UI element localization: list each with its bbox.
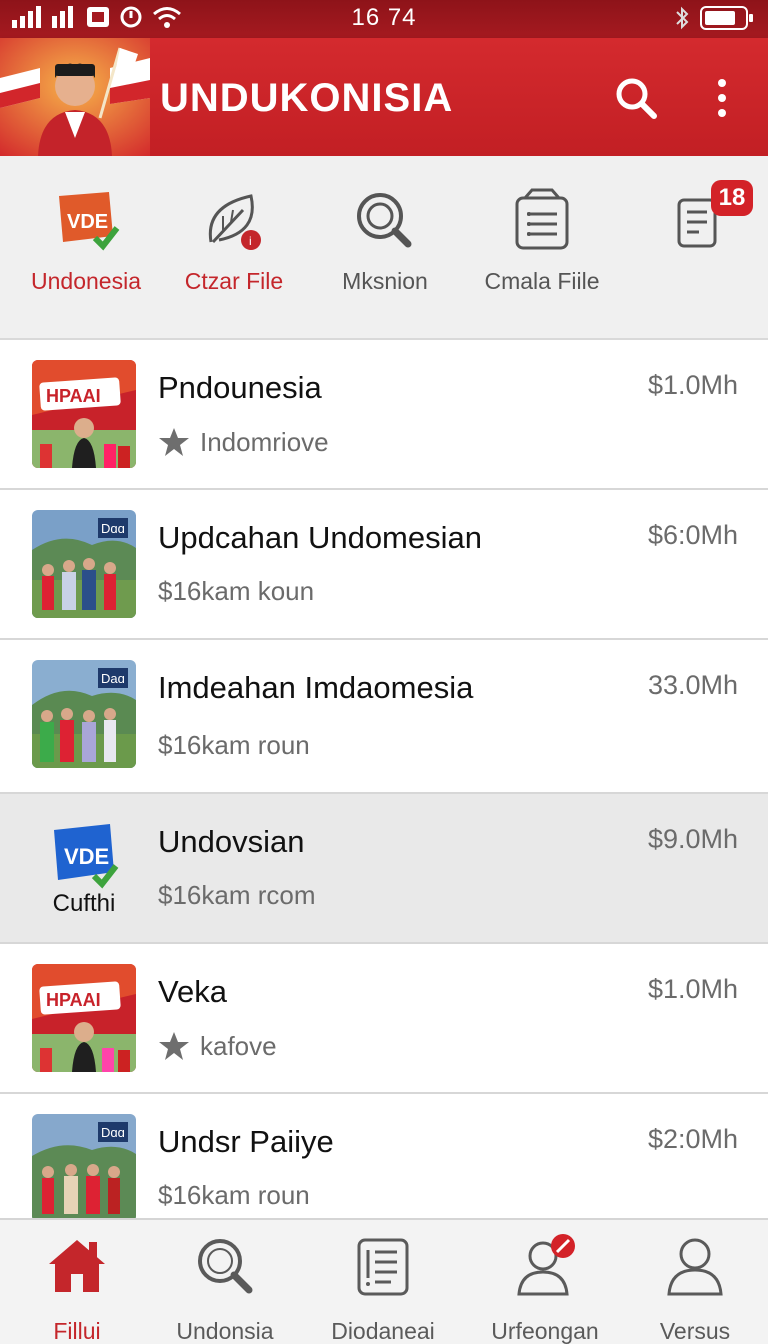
item-title: Undsr Paiiye: [158, 1124, 334, 1159]
item-thumbnail: VDE Cufthi: [32, 814, 136, 922]
quick-action-label: Mksnion: [342, 268, 428, 294]
quick-action-label: Undonesia: [31, 268, 141, 294]
list-item[interactable]: HPAAI Pndounesia Indomriove $1.0Mh: [0, 340, 768, 490]
svg-text:VDE: VDE: [64, 844, 109, 869]
item-price: $9.0Mh: [647, 824, 738, 854]
nav-item-versus[interactable]: Versus: [620, 1234, 768, 1344]
nav-item-diodaneai[interactable]: Diodaneai: [308, 1234, 458, 1344]
item-price: $2:0Mh: [647, 1124, 738, 1154]
list-item[interactable]: HPAAI Veka kafove $1.0Mh: [0, 944, 768, 1094]
clipboard-list-icon: [507, 186, 577, 256]
thumbnail-caption: Cufthi: [52, 890, 116, 917]
item-subtitle: $16kam roun: [158, 730, 310, 760]
quick-action-undonesia[interactable]: VDE Undonesia: [16, 186, 156, 306]
item-price: $1.0Mh: [647, 370, 738, 400]
nav-item-label: Fillui: [53, 1318, 101, 1344]
svg-text:HPAAI: HPAAI: [46, 990, 101, 1010]
svg-text:HPAAI: HPAAI: [46, 386, 101, 406]
app-bar: UNDUKONISIA: [0, 38, 768, 156]
item-thumbnail: Dɑɑ: [32, 510, 136, 618]
star-icon: [159, 428, 189, 456]
home-icon: [45, 1234, 109, 1298]
svg-text:Daɑ: Daɑ: [101, 671, 125, 686]
item-price: $1.0Mh: [647, 974, 738, 1004]
item-subtitle: $16kam roun: [158, 1180, 310, 1210]
star-icon: [159, 1032, 189, 1060]
item-thumbnail: HPAAI: [32, 360, 136, 468]
list-item[interactable]: Daɑ Imdeahan Imdaomesia $16kam roun 33.0…: [0, 640, 768, 794]
item-subtitle: $16kam koun: [158, 576, 315, 606]
nav-item-fillui[interactable]: Fillui: [2, 1234, 152, 1344]
status-bar: 16 74: [0, 0, 768, 38]
item-title: Imdeahan Imdaomesia: [158, 670, 474, 705]
search-icon: [193, 1234, 257, 1298]
item-subtitle: Indomriove: [200, 426, 329, 457]
app-title: UNDUKONISIA: [160, 76, 454, 120]
nav-item-label: Versus: [659, 1318, 731, 1344]
battery-icon: [700, 6, 753, 30]
item-subtitle: kafove: [200, 1030, 277, 1061]
app-logo-banner: [0, 38, 150, 156]
item-title: Veka: [158, 974, 227, 1009]
item-subtitle: $16kam rcom: [158, 880, 316, 910]
nav-item-undonsia[interactable]: Undonsia: [150, 1234, 300, 1344]
nav-item-label: Diodaneai: [331, 1318, 435, 1344]
listing-list: HPAAI Pndounesia Indomriove $1.0Mh Dɑɑ U…: [0, 340, 768, 1244]
item-title: Updcahan Undomesian: [158, 520, 482, 555]
leaf-icon: i: [199, 186, 269, 256]
item-price: $6:0Mh: [647, 520, 738, 550]
item-thumbnail: Daɑ: [32, 660, 136, 768]
search-button[interactable]: [612, 74, 660, 122]
quick-action-label: Ctzar File: [184, 268, 284, 294]
item-price: 33.0Mh: [647, 670, 738, 700]
nav-item-label: Urfeongan: [491, 1318, 599, 1344]
quick-action-cmala-fiile[interactable]: Cmala Fiile: [472, 186, 612, 306]
quick-action-documents[interactable]: 18: [650, 180, 753, 306]
svg-text:Dɑɑ: Dɑɑ: [101, 521, 125, 536]
notification-badge: 18: [711, 180, 753, 216]
bottom-navigation: Fillui Undonsia Diodaneai Urfeongan Vers…: [0, 1218, 768, 1344]
quick-action-mksnion[interactable]: Mksnion: [318, 186, 452, 306]
item-thumbnail: HPAAI: [32, 964, 136, 1072]
item-subtitle-group: kafove: [158, 1030, 277, 1062]
item-title: Pndounesia: [158, 370, 322, 405]
user-icon: [663, 1234, 727, 1298]
item-title: Undovsian: [158, 824, 305, 859]
list-item[interactable]: Dɑɑ Updcahan Undomesian $16kam koun $6:0…: [0, 490, 768, 640]
quick-action-label: Cmala Fiile: [484, 268, 600, 294]
vde-badge-icon: VDE: [51, 186, 121, 256]
list-item[interactable]: VDE Cufthi Undovsian $16kam rcom $9.0Mh: [0, 794, 768, 944]
svg-text:i: i: [249, 234, 252, 248]
nav-item-label: Undonsia: [176, 1318, 274, 1344]
user-alert-icon: [513, 1234, 577, 1298]
bluetooth-icon: [676, 6, 689, 30]
quick-actions-bar: VDE Undonesia i Ctzar File Mksnion Cmala…: [0, 156, 768, 340]
more-options-button[interactable]: [706, 74, 738, 122]
svg-text:VDE: VDE: [67, 211, 108, 233]
document-list-icon: [351, 1234, 415, 1298]
svg-text:Dɑɑ: Dɑɑ: [101, 1125, 125, 1140]
magnifier-icon: [350, 186, 420, 256]
more-vertical-icon: [718, 79, 726, 117]
document-icon: 18: [665, 180, 753, 256]
search-icon: [616, 78, 657, 119]
quick-action-ctzar-file[interactable]: i Ctzar File: [164, 186, 304, 306]
nav-item-urfeongan[interactable]: Urfeongan: [470, 1234, 620, 1344]
status-time: 16 74: [351, 4, 417, 31]
item-subtitle-group: Indomriove: [158, 426, 329, 458]
item-thumbnail: Dɑɑ: [32, 1114, 136, 1222]
